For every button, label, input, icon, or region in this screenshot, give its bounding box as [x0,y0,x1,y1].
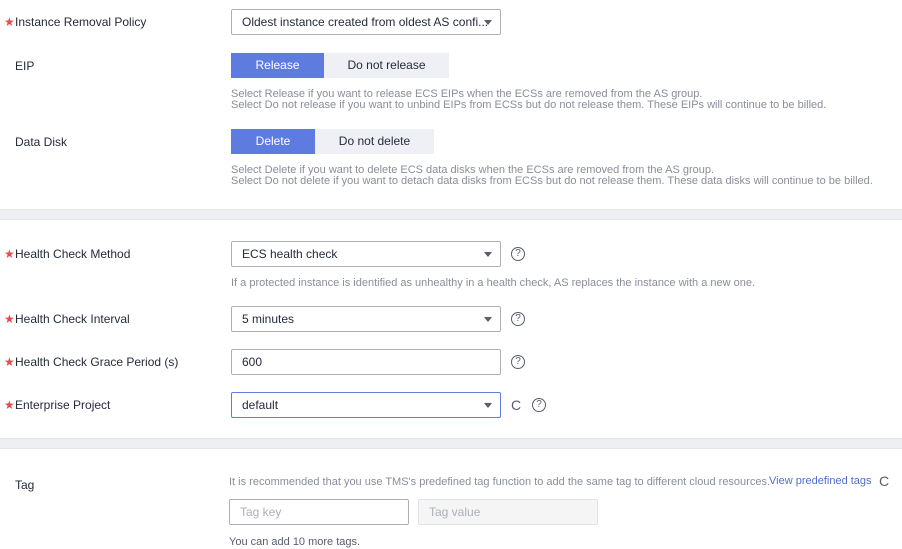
eip-label: EIP [15,59,35,73]
eip-hint-2: Select Do not release if you want to unb… [231,99,827,111]
eip-toggle: Release Do not release [231,53,449,78]
tag-remaining-count: You can add 10 more tags. [229,536,361,548]
help-icon[interactable]: ? [511,312,525,326]
health-check-method-label: ★Health Check Method [4,247,131,261]
data-disk-delete-button[interactable]: Delete [231,129,315,154]
section-separator [0,438,902,449]
tag-key-input[interactable]: Tag key [229,499,409,525]
view-predefined-tags-link[interactable]: View predefined tags [769,475,872,487]
required-icon: ★ [4,355,15,369]
chevron-down-icon [484,252,492,257]
health-check-method-value: ECS health check [242,247,338,261]
required-icon: ★ [4,398,15,412]
chevron-down-icon [484,20,492,25]
eip-release-button[interactable]: Release [231,53,324,78]
grace-period-input[interactable]: 600 [231,349,501,375]
health-check-interval-label: ★Health Check Interval [4,312,130,326]
health-check-method-select[interactable]: ECS health check [231,241,501,267]
chevron-down-icon [484,403,492,408]
required-icon: ★ [4,247,15,261]
required-icon: ★ [4,15,15,29]
data-disk-toggle: Delete Do not delete [231,129,434,154]
chevron-down-icon [484,317,492,322]
enterprise-project-select[interactable]: default [231,392,501,418]
grace-period-label: ★Health Check Grace Period (s) [4,355,179,369]
eip-do-not-release-button[interactable]: Do not release [324,53,449,78]
tag-label: Tag [15,478,35,492]
tag-recommendation: It is recommended that you use TMS's pre… [229,476,771,488]
section-separator [0,209,902,220]
instance-removal-policy-value: Oldest instance created from oldest AS c… [242,15,489,29]
data-disk-label: Data Disk [15,135,68,149]
instance-removal-policy-label: ★Instance Removal Policy [4,15,147,29]
help-icon[interactable]: ? [511,247,525,261]
instance-removal-policy-select[interactable]: Oldest instance created from oldest AS c… [231,9,501,35]
help-icon[interactable]: ? [511,355,525,369]
data-disk-hint-2: Select Do not delete if you want to deta… [231,175,873,187]
tag-value-input[interactable]: Tag value [418,499,598,525]
help-icon[interactable]: ? [532,398,546,412]
data-disk-do-not-delete-button[interactable]: Do not delete [315,129,434,154]
health-check-method-hint: If a protected instance is identified as… [231,277,756,289]
health-check-interval-value: 5 minutes [242,312,295,326]
refresh-icon[interactable]: C [879,474,889,488]
health-check-interval-select[interactable]: 5 minutes [231,306,501,332]
enterprise-project-value: default [242,398,279,412]
enterprise-project-label: ★Enterprise Project [4,398,111,412]
refresh-icon[interactable]: C [511,398,521,412]
required-icon: ★ [4,312,15,326]
